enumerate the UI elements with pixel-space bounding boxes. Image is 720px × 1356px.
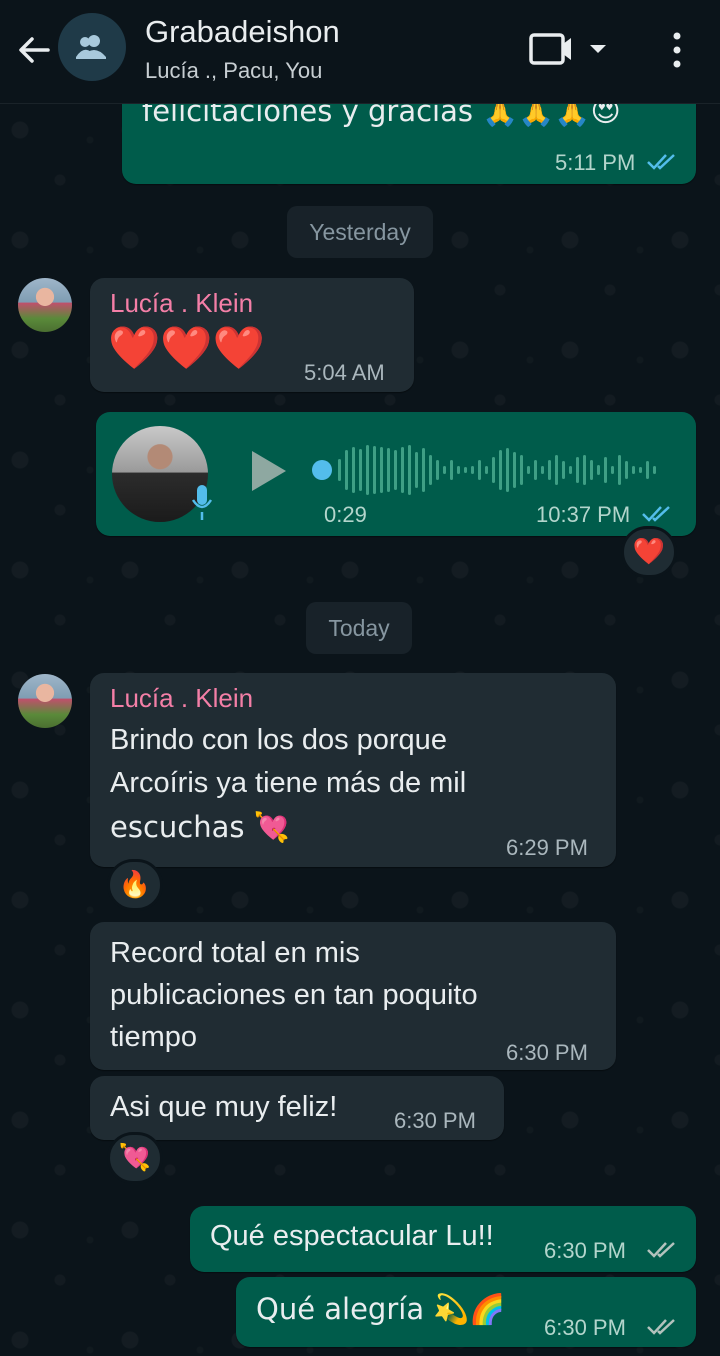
sender-name[interactable]: Lucía . Klein bbox=[110, 683, 253, 714]
waveform-bar bbox=[646, 461, 649, 479]
chat-participants[interactable]: Lucía ., Pacu, You bbox=[145, 58, 322, 84]
waveform-bar bbox=[471, 466, 474, 474]
message-time: 6:30 PM bbox=[544, 1238, 626, 1263]
message-time: 6:30 PM bbox=[394, 1108, 476, 1133]
message-text: ❤️❤️❤️ bbox=[108, 323, 265, 372]
microphone-icon bbox=[191, 485, 213, 520]
audio-waveform[interactable] bbox=[312, 440, 662, 500]
message-incoming[interactable]: Lucía . Klein ❤️❤️❤️ 5:04 AM bbox=[90, 278, 414, 392]
message-time: 6:30 PM bbox=[544, 1315, 626, 1340]
group-avatar[interactable] bbox=[58, 13, 126, 81]
waveform-bar bbox=[548, 460, 551, 480]
message-text-line: publicaciones en tan poquito bbox=[110, 979, 478, 1011]
message-time: 5:04 AM bbox=[304, 360, 385, 385]
message-text-line: Record total en mis bbox=[110, 937, 360, 969]
waveform-bar bbox=[359, 449, 362, 491]
voice-message[interactable]: 0:29 10:37 PM bbox=[96, 412, 696, 536]
waveform-bar bbox=[618, 455, 621, 485]
voice-duration: 0:29 bbox=[324, 502, 367, 527]
waveform-bar bbox=[639, 467, 642, 473]
message-incoming[interactable]: Lucía . Klein Brindo con los dos porque … bbox=[90, 673, 616, 867]
date-separator: Yesterday bbox=[287, 206, 433, 258]
message-text: Asi que muy feliz! bbox=[110, 1091, 338, 1123]
reaction-badge[interactable]: ❤️ bbox=[621, 526, 677, 578]
waveform-bar bbox=[604, 457, 607, 483]
waveform-bar bbox=[492, 457, 495, 483]
message-text-line: Brindo con los dos porque bbox=[110, 724, 447, 756]
waveform-bar bbox=[373, 446, 376, 494]
message-outgoing[interactable]: Qué espectacular Lu!! 6:30 PM bbox=[190, 1206, 696, 1272]
reaction-badge[interactable]: 🔥 bbox=[107, 859, 163, 911]
waveform-bar bbox=[562, 461, 565, 479]
waveform-bar bbox=[555, 455, 558, 485]
waveform-bar bbox=[338, 459, 341, 481]
waveform-bar bbox=[520, 455, 523, 485]
date-separator: Today bbox=[306, 602, 412, 654]
waveform-bar bbox=[401, 447, 404, 493]
read-ticks-icon bbox=[642, 506, 670, 522]
play-icon[interactable] bbox=[248, 448, 288, 494]
message-time: 5:11 PM bbox=[555, 150, 636, 175]
waveform-bar bbox=[394, 450, 397, 490]
waveform-bar bbox=[429, 455, 432, 485]
more-options-icon[interactable] bbox=[662, 28, 692, 72]
waveform-bar bbox=[366, 445, 369, 495]
waveform-bar bbox=[583, 455, 586, 485]
waveform-bar bbox=[625, 461, 628, 479]
waveform-bar bbox=[450, 460, 453, 480]
waveform-bar bbox=[422, 448, 425, 492]
waveform-bar bbox=[436, 460, 439, 480]
waveform-bar bbox=[387, 448, 390, 492]
waveform-bar bbox=[534, 460, 537, 480]
waveform-bar bbox=[632, 466, 635, 474]
message-text-line: tiempo bbox=[110, 1021, 198, 1053]
message-incoming[interactable]: Record total en mis publicaciones en tan… bbox=[90, 922, 616, 1070]
message-outgoing[interactable]: Qué alegría 💫🌈 6:30 PM bbox=[236, 1277, 696, 1347]
waveform-bar bbox=[352, 447, 355, 493]
message-text: Qué espectacular Lu!! bbox=[210, 1220, 494, 1252]
waveform-bar bbox=[590, 460, 593, 480]
waveform-bar bbox=[506, 448, 509, 492]
waveform-bar bbox=[485, 466, 488, 474]
chat-title[interactable]: Grabadeishon bbox=[145, 14, 340, 50]
delivered-ticks-icon bbox=[647, 1242, 675, 1258]
video-call-icon[interactable] bbox=[528, 30, 608, 70]
message-time: 6:29 PM bbox=[506, 835, 588, 860]
message-text: Qué alegría 💫🌈 bbox=[256, 1292, 506, 1326]
waveform-bar bbox=[513, 452, 516, 488]
waveform-bar bbox=[569, 466, 572, 474]
chat-header: Grabadeishon Lucía ., Pacu, You bbox=[0, 0, 720, 104]
waveform-bar bbox=[457, 466, 460, 474]
waveform-bar bbox=[408, 445, 411, 495]
waveform-bar bbox=[443, 466, 446, 474]
waveform-bar bbox=[527, 466, 530, 474]
message-incoming[interactable]: Asi que muy feliz! 6:30 PM bbox=[90, 1076, 504, 1140]
read-ticks-icon bbox=[647, 154, 675, 170]
waveform-bar bbox=[499, 450, 502, 490]
back-arrow-icon[interactable] bbox=[14, 30, 54, 70]
waveform-bar bbox=[464, 467, 467, 473]
sender-avatar[interactable] bbox=[18, 278, 72, 332]
waveform-bar bbox=[597, 465, 600, 475]
message-text-line: Arcoíris ya tiene más de mil bbox=[110, 767, 467, 799]
reaction-badge[interactable]: 💘 bbox=[107, 1132, 163, 1184]
playback-position-dot[interactable] bbox=[312, 460, 332, 480]
sender-name[interactable]: Lucía . Klein bbox=[110, 288, 253, 319]
sender-avatar[interactable] bbox=[18, 674, 72, 728]
waveform-bar bbox=[541, 466, 544, 474]
group-icon bbox=[76, 35, 106, 59]
waveform-bar bbox=[415, 452, 418, 488]
delivered-ticks-icon bbox=[647, 1319, 675, 1335]
waveform-bar bbox=[380, 447, 383, 493]
waveform-bar bbox=[478, 460, 481, 480]
waveform-bar bbox=[653, 466, 656, 474]
message-time: 10:37 PM bbox=[536, 502, 631, 527]
waveform-bar bbox=[611, 466, 614, 474]
waveform-bar bbox=[345, 450, 348, 490]
waveform-bar bbox=[576, 457, 579, 483]
message-time: 6:30 PM bbox=[506, 1040, 588, 1065]
message-text-line: escuchas 💘 bbox=[110, 810, 290, 844]
